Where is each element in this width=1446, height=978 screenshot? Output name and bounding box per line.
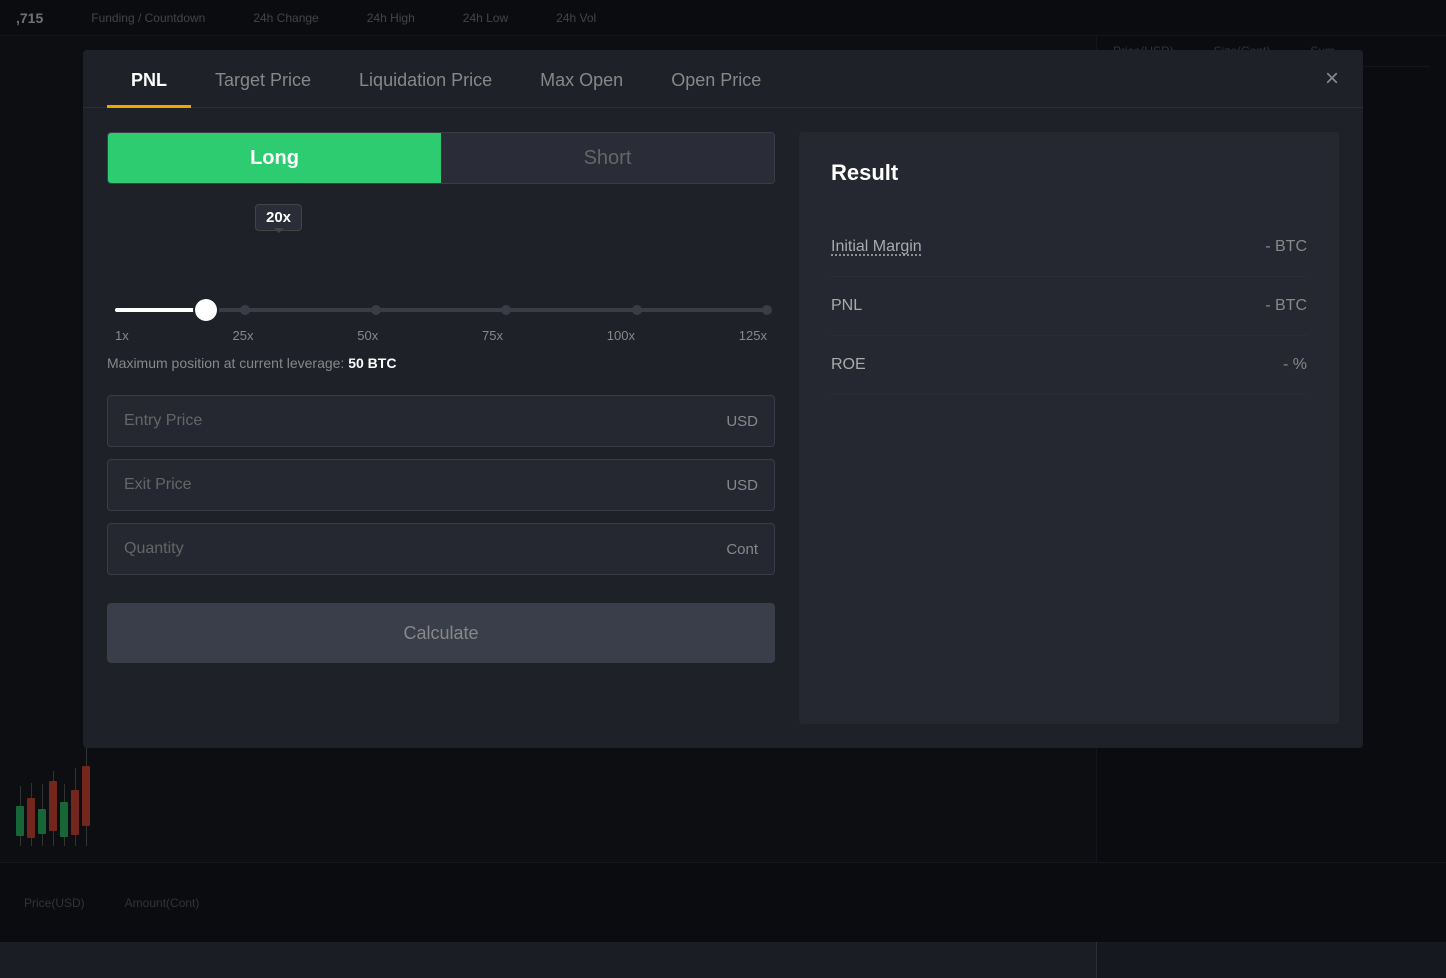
leverage-slider-wrapper: 1x 25x 50x 75x 100x 125x	[107, 292, 775, 343]
left-panel: Long Short 20x	[107, 132, 775, 724]
pnl-label: PNL	[831, 297, 862, 315]
slider-labels: 1x 25x 50x 75x 100x 125x	[115, 328, 767, 343]
slider-dot-25x	[240, 305, 250, 315]
label-1x: 1x	[115, 328, 129, 343]
label-25x: 25x	[233, 328, 254, 343]
tab-target-price[interactable]: Target Price	[191, 50, 335, 107]
calculate-button[interactable]: Calculate	[107, 603, 775, 663]
long-button[interactable]: Long	[108, 133, 441, 183]
exit-price-input[interactable]	[124, 476, 718, 494]
result-row-initial-margin: Initial Margin - BTC	[831, 218, 1307, 277]
label-100x: 100x	[607, 328, 635, 343]
entry-price-field: USD	[107, 395, 775, 447]
short-button[interactable]: Short	[441, 133, 774, 183]
result-row-roe: ROE - %	[831, 336, 1307, 395]
long-short-toggle: Long Short	[107, 132, 775, 184]
tab-pnl[interactable]: PNL	[107, 50, 191, 107]
initial-margin-value: - BTC	[1265, 238, 1307, 256]
result-rows: Initial Margin - BTC PNL - BTC ROE - %	[831, 218, 1307, 395]
slider-fill	[115, 308, 206, 312]
label-75x: 75x	[482, 328, 503, 343]
slider-dot-50x	[371, 305, 381, 315]
entry-price-input[interactable]	[124, 412, 718, 430]
slider-track	[115, 308, 767, 312]
roe-value: - %	[1283, 356, 1307, 374]
exit-price-field: USD	[107, 459, 775, 511]
leverage-area: 20x 1x 25x	[107, 204, 775, 371]
result-panel: Result Initial Margin - BTC PNL - BTC RO…	[799, 132, 1339, 724]
slider-dot-75x	[501, 305, 511, 315]
tab-liquidation-price[interactable]: Liquidation Price	[335, 50, 516, 107]
slider-dot-100x	[632, 305, 642, 315]
modal-body: Long Short 20x	[83, 108, 1363, 748]
pnl-value: - BTC	[1265, 297, 1307, 315]
slider-thumb[interactable]	[195, 299, 217, 321]
input-group: USD USD Cont	[107, 395, 775, 575]
entry-price-unit: USD	[726, 413, 758, 430]
label-50x: 50x	[357, 328, 378, 343]
leverage-tooltip: 20x	[255, 204, 302, 231]
modal-close-button[interactable]: ×	[1325, 67, 1339, 91]
result-row-pnl: PNL - BTC	[831, 277, 1307, 336]
quantity-unit: Cont	[726, 541, 758, 558]
tab-max-open[interactable]: Max Open	[516, 50, 647, 107]
max-position-text: Maximum position at current leverage: 50…	[107, 355, 775, 371]
quantity-field: Cont	[107, 523, 775, 575]
calculator-modal: PNL Target Price Liquidation Price Max O…	[83, 50, 1363, 748]
tab-open-price[interactable]: Open Price	[647, 50, 785, 107]
tab-bar: PNL Target Price Liquidation Price Max O…	[83, 50, 1363, 108]
exit-price-unit: USD	[726, 477, 758, 494]
result-title: Result	[831, 160, 1307, 186]
initial-margin-label: Initial Margin	[831, 238, 922, 256]
max-position-value: 50 BTC	[348, 355, 396, 371]
label-125x: 125x	[739, 328, 767, 343]
slider-dot-125x	[762, 305, 772, 315]
quantity-input[interactable]	[124, 540, 718, 558]
roe-label: ROE	[831, 356, 866, 374]
